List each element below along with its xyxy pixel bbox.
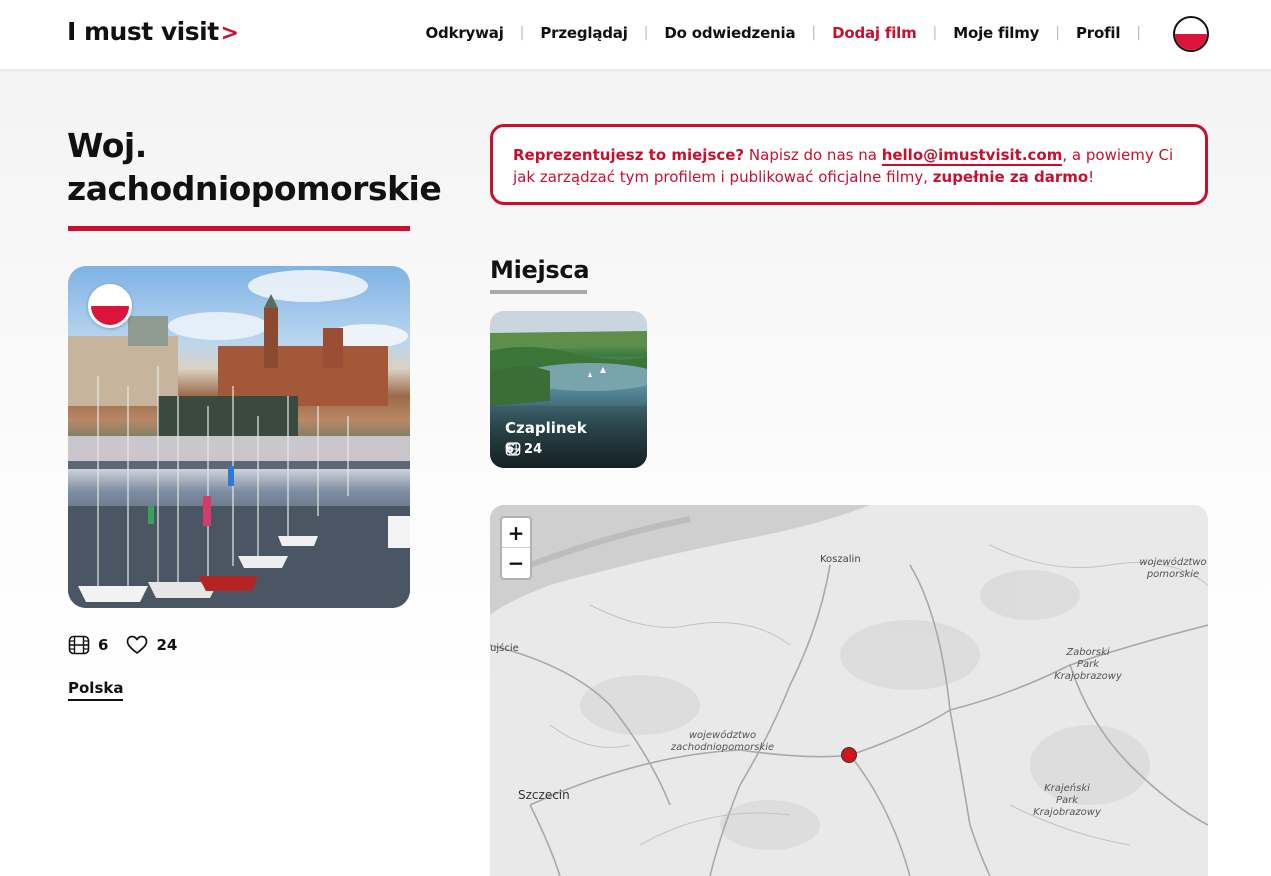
map-label-region-line2: zachodniopomorskie: [670, 742, 775, 753]
contact-email-link[interactable]: hello@imustvisit.com: [881, 146, 1063, 166]
map-label-zaborski-line2: Park Krajobrazowy: [1054, 659, 1122, 682]
claim-profile-notice: Reprezentujesz to miejsce? Napisz do nas…: [490, 124, 1208, 205]
map-label-zaborski-park: Zaborski Park Krajobrazowy: [1043, 647, 1133, 683]
map-label-krajenski-line2: Park Krajobrazowy: [1033, 795, 1101, 818]
nav-item-discover[interactable]: Odkrywaj: [409, 22, 519, 44]
likes-count: 24: [156, 636, 178, 654]
map-label-krajenski-line1: Krajeński: [1044, 783, 1090, 794]
map-label-pomorskie-line1: województwo: [1139, 557, 1207, 568]
map-label-pomorskie-line2: pomorskie: [1146, 569, 1200, 580]
flag-red-stripe: [1175, 34, 1207, 50]
nav-item-browse[interactable]: Przeglądaj: [524, 22, 643, 44]
notice-text-3: !: [1088, 168, 1095, 186]
nav-item-profile[interactable]: Profil: [1060, 22, 1136, 44]
title-underline: [68, 226, 410, 231]
nav-separator: |: [1136, 25, 1141, 41]
place-likes-count: 24: [524, 442, 543, 457]
nav-item-to-visit[interactable]: Do odwiedzenia: [648, 22, 811, 44]
region-hero-photo: [68, 266, 410, 608]
poland-flag-icon: [88, 284, 132, 328]
place-stats: 6 24: [505, 442, 552, 457]
places-heading-underline: [490, 290, 587, 294]
heart-icon: [505, 442, 521, 456]
map-label-szczecin: Szczecin: [518, 788, 570, 802]
map-label-zaborski-line1: Zaborski: [1066, 647, 1110, 658]
site-logo[interactable]: I must visit>: [67, 17, 239, 46]
map-label-krajenski-park: Krajeński Park Krajobrazowy: [1022, 783, 1112, 819]
videos-count: 6: [98, 636, 109, 654]
notice-emphasis: zupełnie za darmo: [932, 168, 1089, 186]
nav-item-add-film[interactable]: Dodaj film: [816, 22, 932, 44]
map-label-pomorskie: województwo pomorskie: [1138, 557, 1208, 581]
map-label-koszalin: Koszalin: [820, 554, 861, 565]
site-header: I must visit> Odkrywaj | Przeglądaj | Do…: [0, 0, 1271, 69]
page-title: Woj. zachodniopomorskie: [67, 126, 442, 208]
notice-text-1: Napisz do nas na: [744, 146, 882, 164]
language-switcher-poland-flag-icon[interactable]: [1173, 16, 1209, 52]
place-card-czaplinek[interactable]: Czaplinek 6 24: [490, 311, 647, 468]
map-label-region-line1: województwo: [688, 730, 757, 741]
region-stats: 6 24: [68, 635, 195, 655]
main-nav: Odkrywaj | Przeglądaj | Do odwiedzenia |…: [409, 22, 1141, 44]
map-zoom-controls: + −: [500, 516, 532, 580]
country-link[interactable]: Polska: [68, 679, 124, 701]
flag-red-stripe: [91, 306, 129, 325]
places-heading: Miejsca: [490, 256, 590, 284]
zoom-in-button[interactable]: +: [502, 518, 530, 548]
map-label-region: województwo zachodniopomorskie: [670, 730, 775, 754]
zoom-out-button[interactable]: −: [502, 548, 530, 578]
notice-lead: Reprezentujesz to miejsce?: [513, 146, 745, 164]
film-icon: [68, 635, 90, 655]
logo-chevron-icon: >: [220, 21, 239, 46]
map-label-ujscie: ujście: [490, 643, 519, 654]
map-location-marker[interactable]: [841, 747, 857, 763]
logo-text: I must visit: [67, 17, 219, 46]
place-name: Czaplinek: [505, 419, 587, 437]
nav-item-my-films[interactable]: Moje filmy: [937, 22, 1055, 44]
heart-icon[interactable]: [126, 635, 148, 655]
